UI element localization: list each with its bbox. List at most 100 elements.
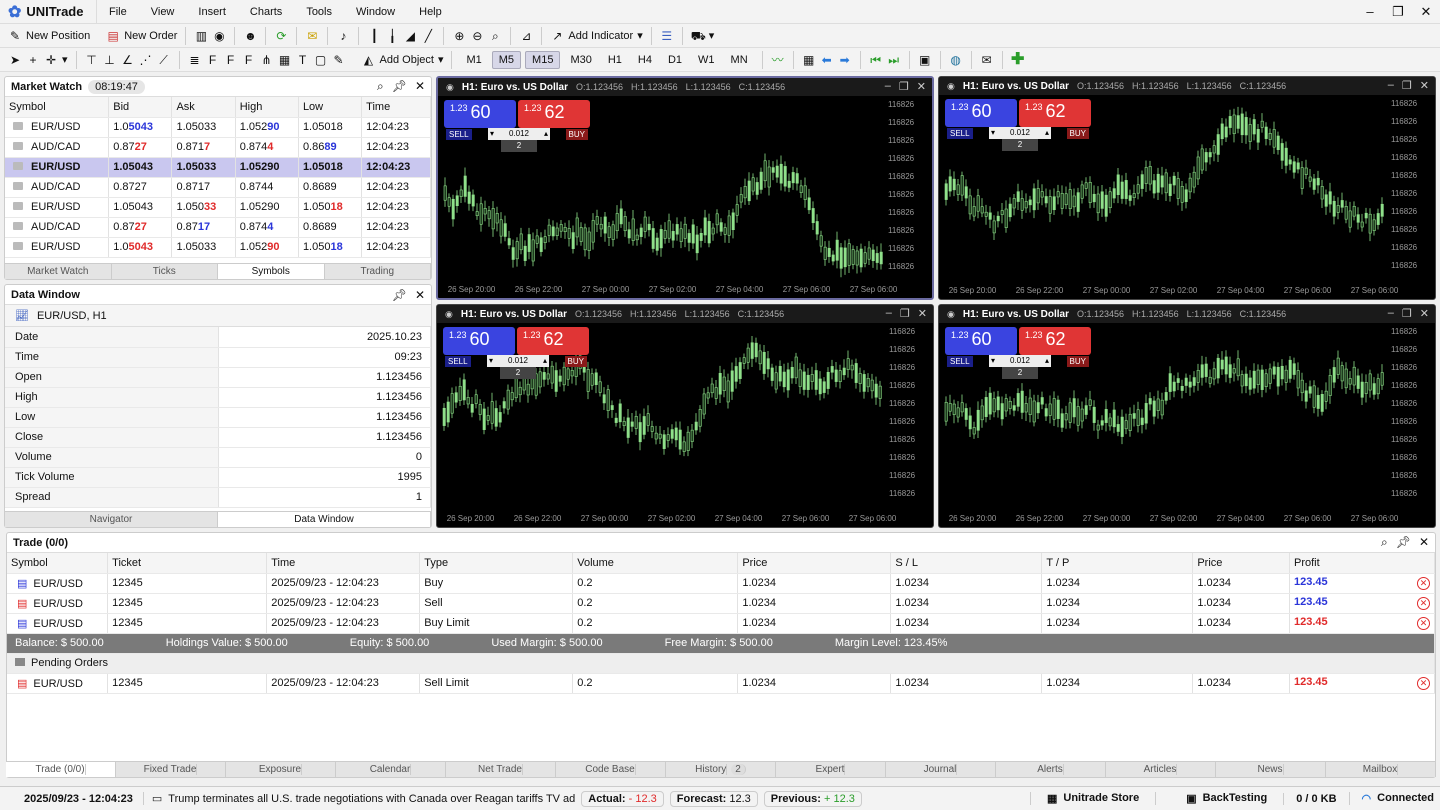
tab-ticks[interactable]: Ticks [112, 264, 218, 279]
close-icon[interactable]: ✕ [1420, 307, 1429, 320]
refresh-button[interactable]: ⟳ [266, 25, 296, 47]
trade-row[interactable]: ▤ EUR/USD 12345 2025/09/23 - 12:04:23 Buy 0.2… [7, 573, 1436, 594]
table-row[interactable]: AUD/CAD 0.8727 0.8717 0.8744 0.8689 12:04:23 [5, 217, 431, 238]
menu-help[interactable]: Help [407, 6, 454, 18]
tab-fixed-trade[interactable]: Fixed Trade [116, 762, 226, 777]
search-icon[interactable]: ⌕ [377, 79, 384, 94]
store-button[interactable]: ▦ Unitrade Store [1029, 792, 1155, 805]
fib-tools[interactable]: ≣ F F F ⋔ ▦ T ▢ ✎ [180, 49, 354, 71]
tab-navigator[interactable]: Navigator [5, 512, 218, 527]
menu-file[interactable]: File [97, 6, 139, 18]
close-icon[interactable]: ✕ [415, 288, 425, 302]
chart-type-buttons[interactable]: ┃ ╽ ◢ ╱ [359, 25, 443, 47]
community-button[interactable]: ☻ [235, 25, 265, 47]
add-object-button[interactable]: ◭ Add Object ▾ [354, 49, 452, 71]
tab-expert[interactable]: Expert [776, 762, 886, 777]
trade-column-header[interactable]: Ticket [107, 553, 268, 574]
pin-icon[interactable]: 📌︎ [1396, 535, 1411, 550]
trade-column-header[interactable]: Type [419, 553, 574, 574]
minimize-icon[interactable]: – [886, 307, 892, 320]
trade-column-header[interactable]: Price [1192, 553, 1290, 574]
pin-icon[interactable]: 📌︎ [392, 79, 407, 94]
column-header-symbol[interactable]: Symbol [5, 97, 110, 118]
timeframe-m1[interactable]: M1 [460, 52, 487, 68]
increment-icon[interactable]: ▴ [544, 128, 550, 140]
search-icon[interactable]: ⌕ [1381, 535, 1388, 550]
increment-icon[interactable]: ▴ [1045, 127, 1051, 139]
eye-icon[interactable]: ◉ [446, 82, 454, 93]
close-position-icon[interactable]: ✕ [1417, 677, 1430, 690]
trade-column-header[interactable]: Volume [572, 553, 739, 574]
inbox-button[interactable]: ✉ [972, 49, 1002, 71]
column-header-bid[interactable]: Bid [108, 97, 173, 118]
sell-button[interactable]: 1.23 60 SELL [443, 327, 515, 367]
table-row[interactable]: EUR/USD 1.05043 1.05033 1.05290 1.05018 12:04… [5, 237, 431, 258]
menu-tools[interactable]: Tools [294, 6, 344, 18]
sound-button[interactable]: ♪ [328, 25, 358, 47]
table-row[interactable]: EUR/USD 1.05043 1.05033 1.05290 1.05018 12:04… [5, 157, 431, 178]
tab-trade-0-0-[interactable]: Trade (0/0) [6, 762, 116, 777]
menu-window[interactable]: Window [344, 6, 407, 18]
tab-exposure[interactable]: Exposure [226, 762, 336, 777]
layout-button[interactable]: ☰ [652, 25, 682, 47]
tab-news[interactable]: News [1216, 762, 1326, 777]
trade-column-header[interactable]: T / P [1041, 553, 1194, 574]
restore-icon[interactable]: ❐ [900, 307, 910, 320]
template-button[interactable]: ⛟ ▾ [683, 25, 723, 47]
eye-icon[interactable]: ◉ [947, 81, 955, 92]
trade-row[interactable]: ▤ EUR/USD 12345 2025/09/23 - 12:04:23 Buy Li… [7, 613, 1436, 634]
minimize-icon[interactable]: – [885, 80, 891, 93]
restore-icon[interactable]: ❐ [899, 80, 909, 93]
zoom-buttons[interactable]: ⊕ ⊖ ⌕ [444, 25, 510, 47]
tab-trading[interactable]: Trading [325, 264, 431, 279]
restore-icon[interactable]: ❐ [1402, 307, 1412, 320]
close-icon[interactable]: ✕ [917, 80, 926, 93]
navigation-buttons[interactable]: ▦ ⬅ ➡ [794, 49, 860, 71]
lot-size-input[interactable]: ▾ 0.012 ▴ [989, 355, 1051, 367]
add-indicator-button[interactable]: ↗ Add Indicator ▾ [542, 25, 650, 47]
chart-window[interactable]: ◉ H1: Euro vs. US Dollar O:1.123456 H:1.123… [938, 304, 1436, 528]
trade-column-header[interactable]: Price [737, 553, 892, 574]
tab-calendar[interactable]: Calendar [336, 762, 446, 777]
chart-window[interactable]: ◉ H1: Euro vs. US Dollar O:1.123456 H:1.123… [436, 304, 934, 528]
buy-button[interactable]: 1.23 62 BUY [517, 327, 589, 367]
restore-icon[interactable]: ❐ [1384, 0, 1412, 24]
chart-shift-button[interactable]: ⊿ [511, 25, 541, 47]
sell-button[interactable]: 1.23 60 SELL [945, 327, 1017, 367]
tab-data-window[interactable]: Data Window [218, 512, 431, 527]
chart-window[interactable]: ◉ H1: Euro vs. US Dollar O:1.123456 H:1.123… [938, 76, 1436, 300]
close-icon[interactable]: ✕ [918, 307, 927, 320]
line-tools[interactable]: ⊤ ⊥ ∠ ⋰ ⟋ [77, 49, 179, 71]
close-icon[interactable]: ✕ [1412, 0, 1440, 24]
calculator-button[interactable]: ▣ [910, 49, 940, 71]
lot-size-input[interactable]: ▾ 0.012 ▴ [989, 127, 1051, 139]
tab-mailbox[interactable]: Mailbox [1326, 762, 1436, 777]
trade-column-header[interactable]: Time [266, 553, 421, 574]
new-position-button[interactable]: ✎ New Position [0, 25, 98, 47]
trade-column-header[interactable]: Symbol [7, 553, 109, 574]
tool-button[interactable]: ▥ ◉ [186, 25, 234, 47]
table-row[interactable]: EUR/USD 1.05043 1.05033 1.05290 1.05018 12:04… [5, 117, 431, 138]
mail-button[interactable]: ✉ [297, 25, 327, 47]
tab-alerts[interactable]: Alerts [996, 762, 1106, 777]
sell-button[interactable]: 1.23 60 SELL [945, 99, 1017, 139]
eye-icon[interactable]: ◉ [947, 309, 955, 320]
increment-icon[interactable]: ▴ [543, 355, 549, 367]
timeframe-mn[interactable]: MN [725, 52, 754, 68]
buy-button[interactable]: 1.23 62 BUY [1019, 99, 1091, 139]
chart-window[interactable]: ◉ H1: Euro vs. US Dollar O:1.123456 H:1.123… [436, 76, 934, 300]
column-header-low[interactable]: Low [298, 97, 363, 118]
close-icon[interactable]: ✕ [415, 79, 425, 94]
news-ticker[interactable]: ▭ Trump terminates all U.S. trade negotia… [142, 792, 575, 805]
timeframe-m30[interactable]: M30 [564, 52, 597, 68]
trade-row[interactable]: ▤ EUR/USD 12345 2025/09/23 - 12:04:23 Sell L… [7, 673, 1436, 694]
buy-button[interactable]: 1.23 62 BUY [518, 100, 590, 140]
scroll-buttons[interactable]: ⏮ ⏭ [861, 49, 909, 71]
decrement-icon[interactable]: ▾ [989, 355, 995, 367]
minimize-icon[interactable]: – [1388, 307, 1394, 320]
table-row[interactable]: AUD/CAD 0.8727 0.8717 0.8744 0.8689 12:04:23 [5, 137, 431, 158]
trade-column-header[interactable]: Profit [1289, 553, 1436, 574]
decrement-icon[interactable]: ▾ [488, 128, 494, 140]
minimize-icon[interactable]: – [1388, 79, 1394, 92]
drawing-tools[interactable]: ➤ + ✛ ▾ [0, 49, 76, 71]
